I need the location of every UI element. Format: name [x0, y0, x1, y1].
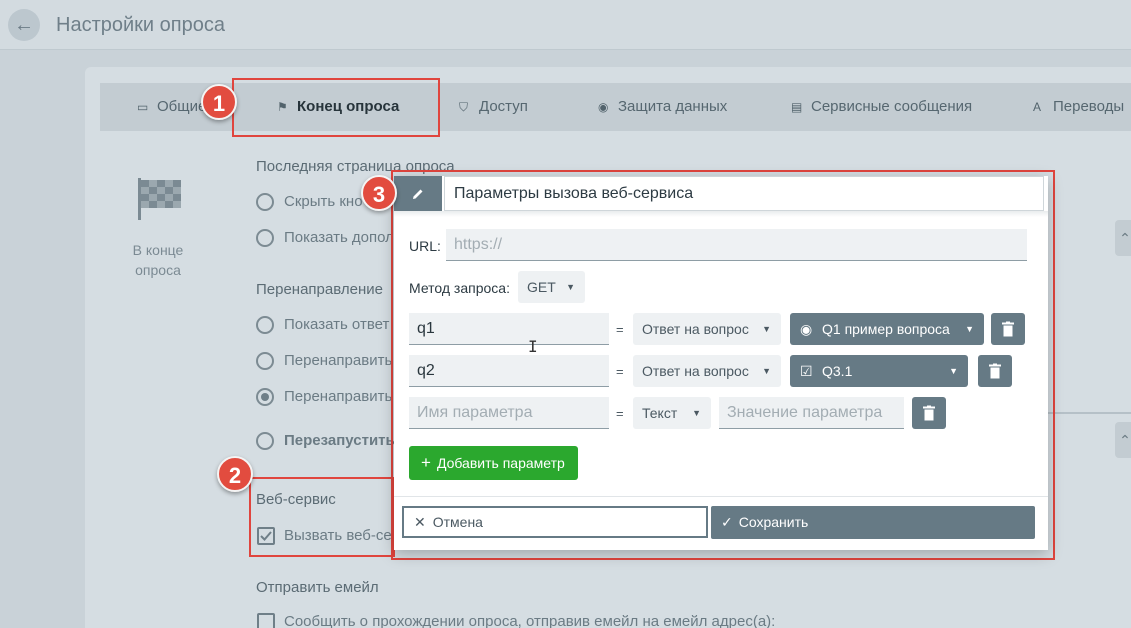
- param-name-input[interactable]: Имя параметра: [409, 397, 609, 429]
- top-bar: ← Настройки опроса: [0, 0, 1131, 50]
- divider: [394, 211, 1048, 217]
- param-source-select[interactable]: Текст ▼: [633, 397, 711, 429]
- annotation-frame-webservice: [249, 477, 395, 557]
- method-label: Метод запроса:: [409, 280, 510, 296]
- monitor-icon: ▭: [137, 100, 149, 114]
- annotation-frame-tab: [232, 78, 440, 137]
- text-cursor-icon: I: [528, 337, 538, 356]
- tab-data-protection[interactable]: ◉ Защита данных: [598, 83, 727, 131]
- tab-service-messages[interactable]: ▤ Сервисные сообщения: [791, 83, 972, 131]
- radio-label: Перенаправить: [284, 352, 393, 369]
- email-checkbox[interactable]: [257, 613, 275, 628]
- annotation-badge-2: 2: [217, 456, 253, 492]
- radio-label: Скрыть кно: [284, 193, 363, 210]
- caret-down-icon: ▼: [566, 282, 575, 292]
- cancel-button[interactable]: ✕ Отмена: [402, 506, 708, 538]
- radio-label: Перезапустить: [284, 432, 395, 449]
- check-icon: ✓: [721, 514, 733, 530]
- tab-general[interactable]: ▭ Общие: [137, 83, 206, 131]
- url-label: URL:: [409, 238, 441, 254]
- caret-down-icon: ▼: [762, 366, 771, 376]
- section-title-redirect: Перенаправление: [256, 281, 383, 298]
- webservice-dialog: Параметры вызова веб-сервиса URL: https:…: [394, 176, 1048, 550]
- caret-down-icon: ▼: [965, 324, 974, 334]
- save-button[interactable]: ✓ Сохранить: [711, 506, 1035, 539]
- equals-sign: =: [616, 364, 624, 379]
- param-name-input[interactable]: q1: [409, 313, 609, 345]
- add-parameter-button[interactable]: + Добавить параметр: [409, 446, 578, 480]
- radio-show-extra[interactable]: [256, 229, 274, 247]
- section-title-email: Отправить емейл: [256, 579, 379, 596]
- question-select[interactable]: ☑ Q3.1 ▼: [790, 355, 968, 387]
- param-name-input[interactable]: q2: [409, 355, 609, 387]
- radio-redirect-2[interactable]: [256, 388, 274, 406]
- radio-label: Перенаправить: [284, 388, 393, 405]
- fingerprint-icon: ◉: [598, 100, 609, 114]
- radio-label: Показать допол: [284, 229, 394, 246]
- radio-icon: ◉: [800, 321, 813, 337]
- question-select[interactable]: ◉ Q1 пример вопроса ▼: [790, 313, 984, 345]
- dialog-title[interactable]: Параметры вызова веб-сервиса: [444, 176, 1044, 211]
- param-source-select[interactable]: Ответ на вопрос ▼: [633, 313, 781, 345]
- close-icon: ✕: [414, 514, 426, 530]
- param-source-select[interactable]: Ответ на вопрос ▼: [633, 355, 781, 387]
- url-input[interactable]: https://: [446, 229, 1027, 261]
- checkered-flag-icon: [138, 178, 181, 220]
- radio-restart[interactable]: [256, 432, 274, 450]
- trash-icon[interactable]: [912, 397, 946, 429]
- annotation-badge-3: 3: [361, 175, 397, 211]
- arrow-left-icon[interactable]: ←: [8, 9, 40, 41]
- tab-translations[interactable]: A Переводы: [1033, 83, 1124, 131]
- equals-sign: =: [616, 322, 624, 337]
- tab-access[interactable]: ⛉ Доступ: [459, 83, 528, 131]
- radio-hide-button[interactable]: [256, 193, 274, 211]
- method-select[interactable]: GET ▼: [518, 271, 585, 303]
- translate-icon: A: [1033, 100, 1042, 114]
- caret-down-icon: ▼: [692, 408, 701, 418]
- equals-sign: =: [616, 406, 624, 421]
- side-label: В конце опроса: [132, 242, 184, 278]
- dialog-header: Параметры вызова веб-сервиса: [394, 176, 1048, 211]
- chevron-up-icon[interactable]: ⌃: [1115, 422, 1131, 458]
- checkbox-label: Сообщить о прохождении опроса, отправив …: [284, 613, 776, 628]
- shield-icon: ⛉: [459, 100, 469, 114]
- plus-icon: +: [421, 453, 431, 472]
- pencil-icon[interactable]: [394, 176, 442, 211]
- chevron-up-icon[interactable]: ⌃: [1115, 220, 1131, 256]
- radio-redirect-1[interactable]: [256, 352, 274, 370]
- radio-label: Показать ответ: [284, 316, 390, 333]
- caret-down-icon: ▼: [762, 324, 771, 334]
- trash-icon[interactable]: [991, 313, 1025, 345]
- dialog-footer: ✕ Отмена ✓ Сохранить: [394, 496, 1048, 550]
- radio-show-answers[interactable]: [256, 316, 274, 334]
- param-value-input[interactable]: Значение параметра: [719, 397, 904, 429]
- annotation-badge-1: 1: [201, 84, 237, 120]
- caret-down-icon: ▼: [949, 366, 958, 376]
- checkbox-icon: ☑: [800, 363, 813, 379]
- trash-icon[interactable]: [978, 355, 1012, 387]
- message-icon: ▤: [791, 100, 803, 114]
- page-title: Настройки опроса: [56, 14, 225, 36]
